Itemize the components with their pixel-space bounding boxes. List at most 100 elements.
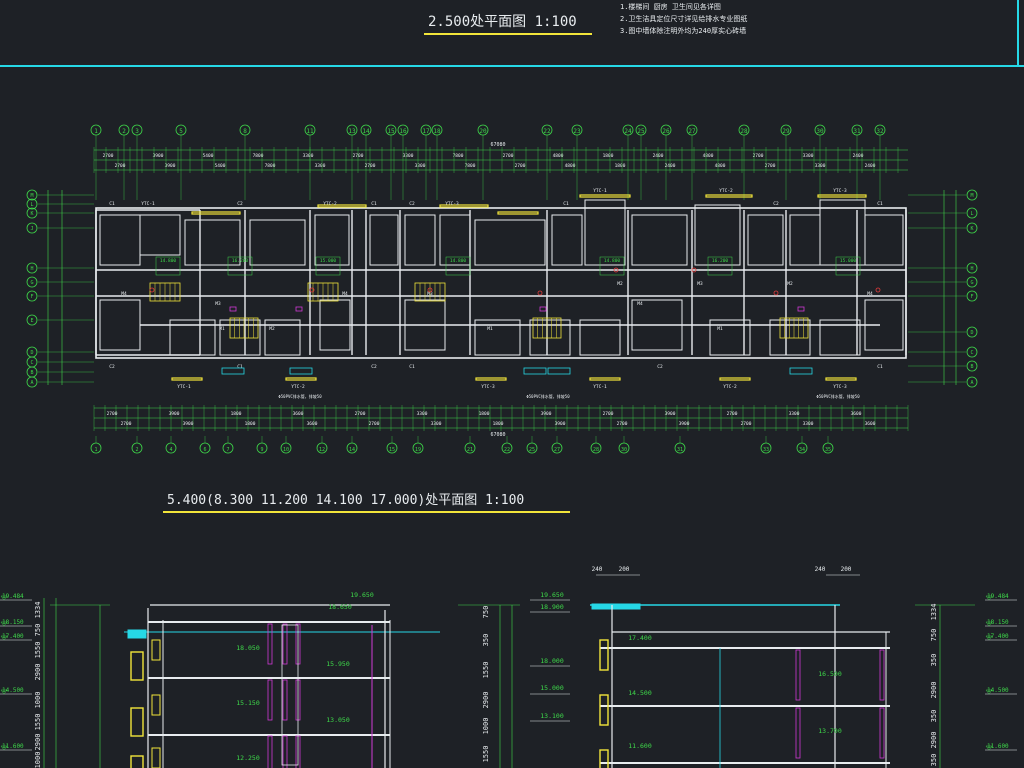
dim-text-top: 3900 bbox=[153, 153, 164, 159]
dim-text-vertical: 1334 bbox=[34, 602, 42, 619]
window-tag: C2 bbox=[237, 201, 243, 207]
window-tag: C2 bbox=[109, 364, 115, 370]
dim-text-top: 3300 bbox=[803, 153, 814, 159]
mid-elevation: 18.900 bbox=[540, 603, 564, 611]
axis-label-top: 15 bbox=[387, 128, 395, 135]
axis-label-top: 3 bbox=[135, 128, 139, 135]
section-door bbox=[879, 649, 885, 701]
drain-mark bbox=[875, 287, 881, 293]
axis-label-right: A bbox=[970, 380, 973, 386]
section-window bbox=[130, 707, 144, 737]
dim-text-bottom: 3900 bbox=[183, 421, 194, 427]
dim-text-top: 3900 bbox=[165, 163, 176, 169]
dim-text-top: 3300 bbox=[415, 163, 426, 169]
room bbox=[439, 214, 471, 266]
section-level-label: 15.950 bbox=[326, 660, 350, 668]
section-window bbox=[151, 694, 161, 716]
section-door bbox=[795, 707, 801, 759]
overall-dimension-bottom: 67080 bbox=[490, 432, 505, 438]
dim-text-top: 7800 bbox=[453, 153, 464, 159]
balcony-line bbox=[705, 194, 753, 198]
window-tag: YTC-1 bbox=[177, 384, 191, 390]
door-tag: M2 bbox=[787, 281, 793, 287]
room bbox=[314, 214, 350, 266]
balcony-line bbox=[825, 377, 857, 381]
dim-text-bottom: 3900 bbox=[665, 411, 676, 417]
dim-text-bottom: 3600 bbox=[865, 421, 876, 427]
dim-text-vertical: 2900 bbox=[930, 682, 938, 699]
axis-label-bottom: 28 bbox=[593, 447, 599, 453]
axis-label-bottom: 25 bbox=[529, 447, 535, 453]
axis-label-top: 22 bbox=[543, 128, 551, 135]
left-scale-elevation: 11.600 bbox=[2, 743, 24, 750]
top-dim: 240 bbox=[815, 566, 826, 573]
window-tag: C1 bbox=[237, 364, 243, 370]
axis-label-top: 29 bbox=[782, 128, 790, 135]
axis-label-bottom: 9 bbox=[260, 447, 263, 453]
section-door bbox=[267, 623, 273, 665]
mid-elevation: 18.000 bbox=[540, 657, 564, 665]
dim-text-bottom: 3300 bbox=[417, 411, 428, 417]
cad-drawing-canvas: 2.500处平面图 1:100 1.楼梯间 厨房 卫生间见各详图 2.卫生洁具定… bbox=[0, 0, 1024, 768]
note-3: 3.图中墙体除注明外均为240厚实心砖墙 bbox=[620, 26, 746, 35]
dim-text-top: 3300 bbox=[403, 153, 414, 159]
overall-dimension-top: 67080 bbox=[490, 142, 505, 148]
section-window bbox=[130, 651, 144, 681]
dim-text-vertical: 1550 bbox=[34, 714, 42, 731]
left-scale-elevation: 18.150 bbox=[2, 619, 24, 626]
dim-text-top: 3300 bbox=[815, 163, 826, 169]
axis-label-bottom: 7 bbox=[226, 447, 229, 453]
right-scale-elevation: 18.150 bbox=[987, 619, 1009, 626]
window-tag: YTC-2 bbox=[719, 188, 733, 194]
section-window bbox=[151, 747, 161, 768]
axis-label-top: 14 bbox=[362, 128, 370, 135]
axis-label-right: M bbox=[970, 193, 973, 199]
window-tag: YTC-3 bbox=[445, 201, 459, 207]
door-tag: M1 bbox=[219, 326, 225, 332]
room-level-label: 14.800 bbox=[450, 258, 467, 264]
room-level-label: 15.000 bbox=[840, 258, 857, 264]
axis-label-left: F bbox=[30, 294, 33, 300]
door-tag: M2 bbox=[617, 281, 623, 287]
title-block: 2.500处平面图 1:100 1.楼梯间 厨房 卫生间见各详图 2.卫生洁具定… bbox=[0, 0, 1024, 67]
axis-label-top: 28 bbox=[740, 128, 748, 135]
window-tag: YTC-2 bbox=[323, 201, 337, 207]
section-level-label: 15.150 bbox=[236, 699, 260, 707]
door-tag: M3 bbox=[215, 301, 221, 307]
section-window bbox=[599, 749, 609, 768]
top-dim: 200 bbox=[619, 566, 630, 573]
axis-label-bottom: 12 bbox=[319, 447, 325, 453]
dim-text-bottom: 2700 bbox=[121, 421, 132, 427]
room bbox=[747, 214, 784, 266]
window-tag: C1 bbox=[877, 364, 883, 370]
door-tag: M2 bbox=[269, 326, 275, 332]
dim-text-top: 2700 bbox=[115, 163, 126, 169]
sanitary-fixture bbox=[289, 367, 313, 375]
section-door bbox=[282, 623, 288, 665]
window-tag: C1 bbox=[409, 364, 415, 370]
room bbox=[551, 214, 583, 266]
window-tag: YTC-3 bbox=[833, 384, 847, 390]
dim-text-vertical: 1000 bbox=[34, 752, 42, 768]
section-window bbox=[599, 639, 609, 671]
dim-text-bottom: 3900 bbox=[541, 411, 552, 417]
door-tag: M3 bbox=[697, 281, 703, 287]
axis-label-top: 11 bbox=[306, 128, 314, 135]
dim-text-top: 2700 bbox=[765, 163, 776, 169]
drain-mark bbox=[537, 290, 543, 296]
axis-label-right: F bbox=[970, 294, 973, 300]
section-door bbox=[267, 679, 273, 721]
dim-text-bottom: 3900 bbox=[169, 411, 180, 417]
door-tag: M4 bbox=[342, 291, 348, 297]
axis-label-top: 25 bbox=[637, 128, 645, 135]
axis-label-bottom: 6 bbox=[203, 447, 206, 453]
window-tag: YTC-1 bbox=[593, 188, 607, 194]
dim-text-bottom: 2700 bbox=[107, 411, 118, 417]
title-mid: 5.400(8.300 11.200 14.100 17.000)处平面图 1:… bbox=[167, 493, 524, 508]
room bbox=[584, 199, 626, 266]
balcony-line bbox=[191, 211, 241, 215]
dim-text-vertical: 350 bbox=[930, 754, 938, 767]
section-level-label: 13.700 bbox=[818, 727, 842, 735]
window-tag: C2 bbox=[657, 364, 663, 370]
window-tag: YTC-3 bbox=[833, 188, 847, 194]
